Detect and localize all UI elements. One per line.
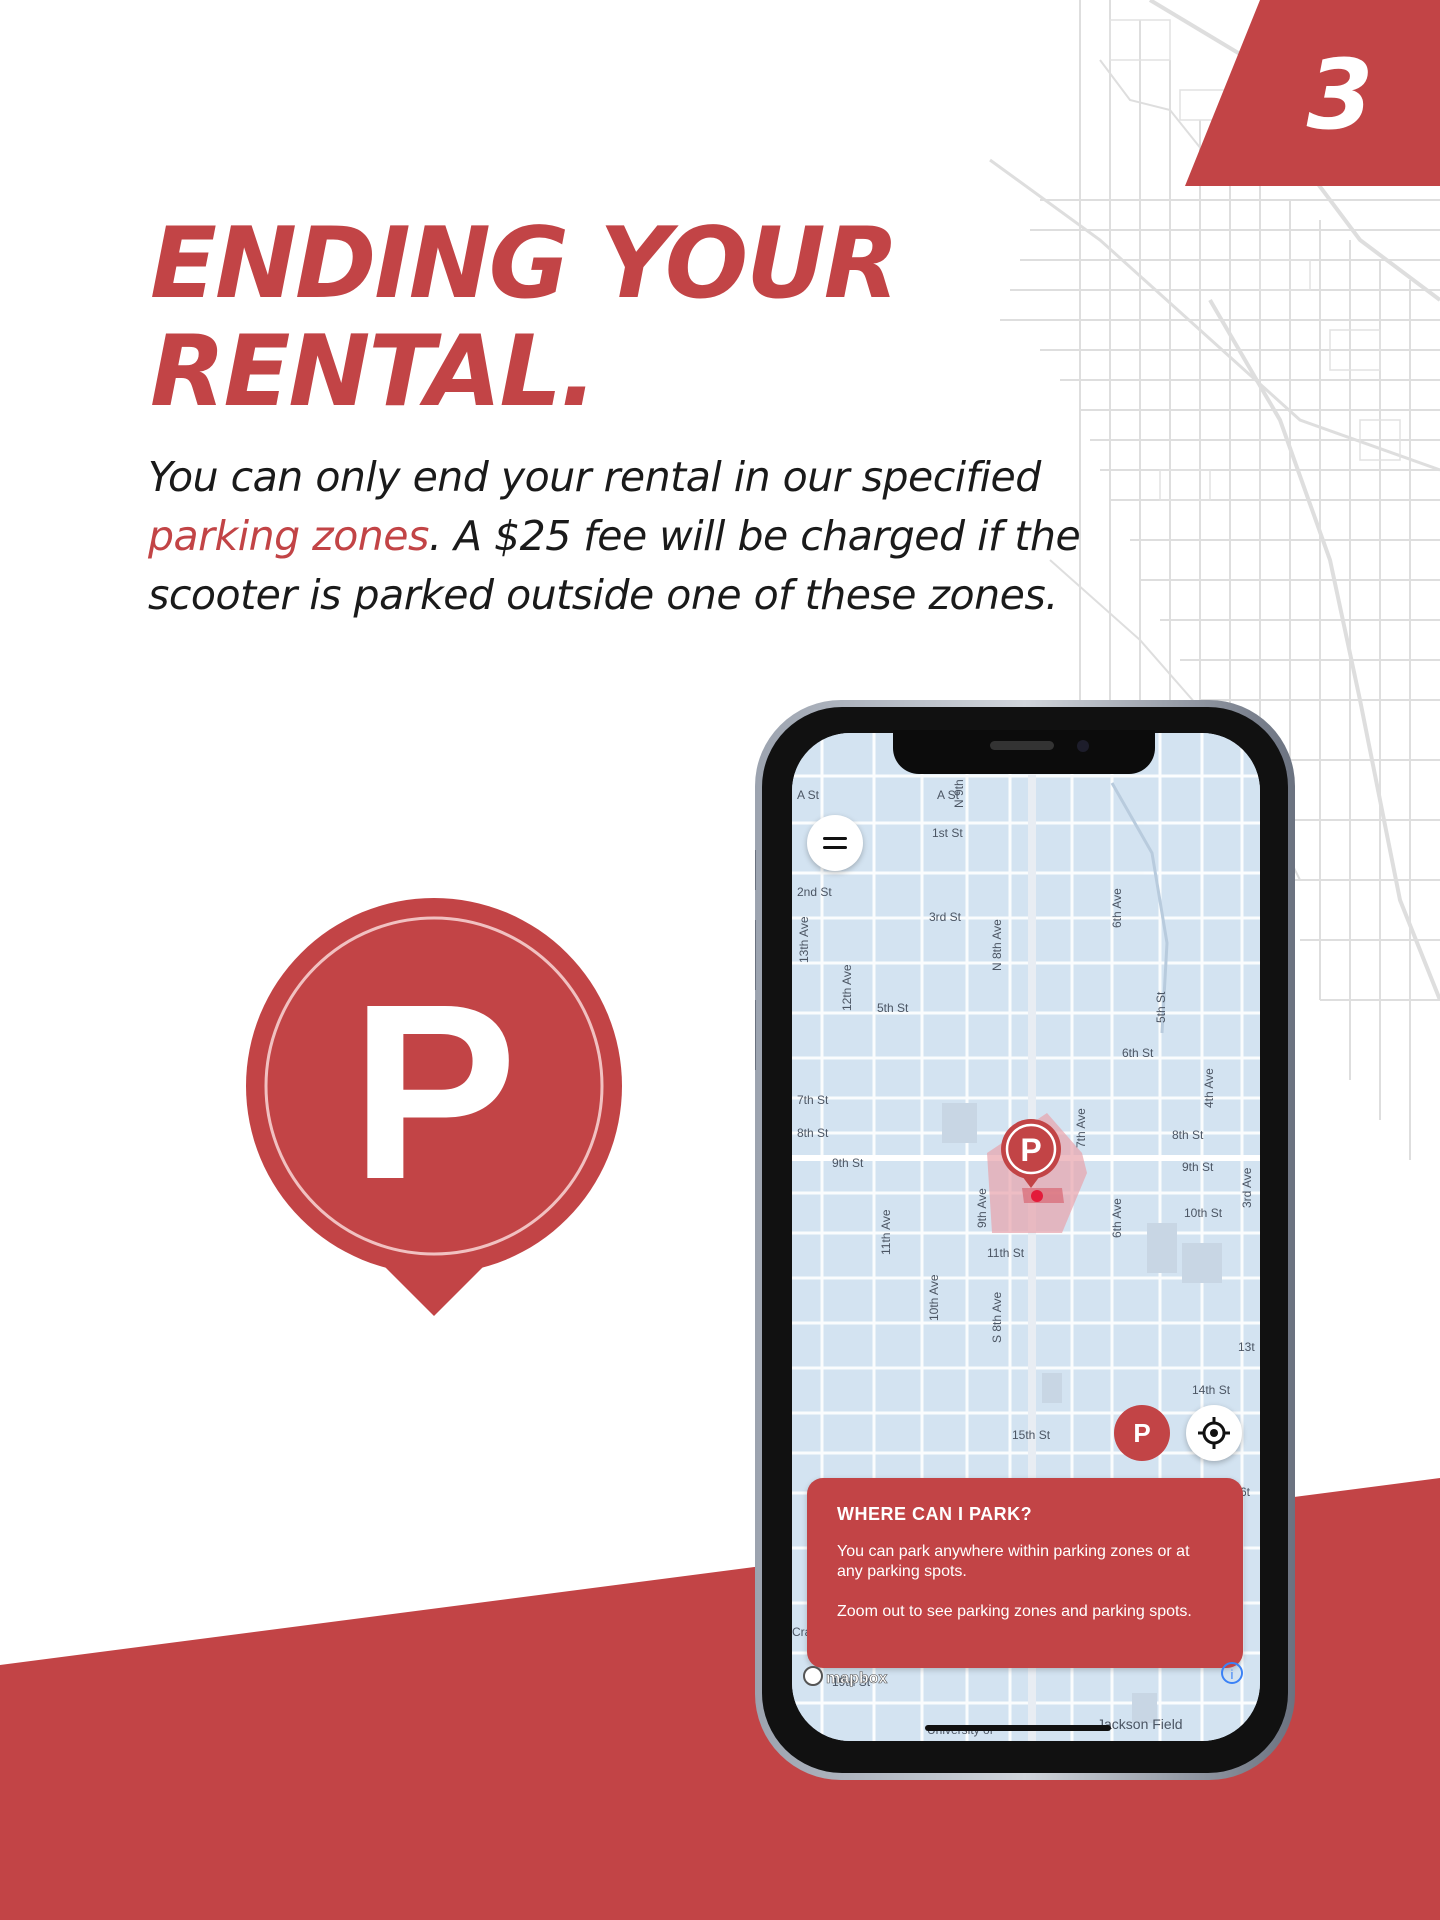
menu-icon [823,837,847,840]
street-label: 9th St [1182,1160,1214,1174]
street-label: 10th Ave [927,1274,941,1322]
body-part-2: . A $25 fee will be charged if the [428,512,1081,560]
street-label: 9th Ave [975,1188,989,1228]
attribution-info-icon[interactable]: i [1221,1662,1243,1684]
home-indicator[interactable] [925,1725,1111,1731]
parking-pin-icon: P [246,898,622,1316]
phone-notch [893,730,1155,774]
locate-me-button[interactable] [1186,1405,1242,1461]
street-label: 8th St [1172,1128,1204,1142]
street-label: 10th St [1184,1206,1223,1220]
street-label: N 8th Ave [990,919,1004,971]
zone-parking-marker[interactable]: P [1000,1118,1062,1190]
street-label: 11th St [987,1246,1025,1260]
street-label: 2nd St [797,885,832,899]
street-label: A St [797,788,820,802]
street-label: 7th Ave [1074,1108,1088,1148]
menu-icon-line [823,846,847,849]
street-label: 9th St [832,1156,864,1170]
street-label: 8th St [797,1126,829,1140]
info-card-paragraph: Zoom out to see parking zones and parkin… [837,1603,1192,1620]
street-label: 3rd Ave [1240,1167,1254,1208]
street-label: 6th Ave [1110,1198,1124,1238]
page-title: ENDING YOUR RENTAL. [150,210,1050,426]
mapbox-logo[interactable]: mapbox [803,1666,888,1688]
street-label: 5th St [1154,991,1168,1023]
title-line-2: RENTAL. [150,315,597,429]
street-label: 1st St [932,826,963,840]
body-part-3: scooter is parked outside one of these z… [148,571,1058,619]
parking-button[interactable]: P [1114,1405,1170,1461]
menu-button[interactable] [807,815,863,871]
street-label: 6th St [1122,1046,1154,1060]
body-part-1: You can only end your rental in our spec… [148,453,1041,501]
street-label: 3rd St [929,910,962,924]
crosshair-icon [1198,1417,1230,1449]
street-label: N 9th [952,779,966,808]
street-label: 13th Ave [797,916,811,964]
phone-camera [1077,740,1089,752]
mapbox-icon [803,1666,823,1686]
street-label: 12th Ave [840,964,854,1012]
body-text: You can only end your rental in our spec… [148,448,1168,625]
street-label: 7th St [797,1093,829,1107]
street-label: S 8th Ave [990,1291,1004,1343]
street-label: 5th St [877,1001,909,1015]
title-line-1: ENDING YOUR [150,207,899,321]
info-card-paragraph: You can park anywhere within parking zon… [837,1543,1190,1580]
parking-zones-highlight: parking zones [148,512,429,560]
street-label: 4th Ave [1202,1068,1216,1108]
street-label: 13t [1238,1340,1255,1354]
mapbox-label: mapbox [826,1670,888,1688]
street-label: 15th St [1012,1428,1051,1442]
street-label: 6th Ave [1110,888,1124,928]
zone-marker-letter: P [1020,1132,1041,1168]
street-label: 11th Ave [879,1209,893,1255]
info-card-title: WHERE CAN I PARK? [837,1504,1033,1524]
parking-info-card: WHERE CAN I PARK? You can park anywhere … [807,1478,1243,1668]
street-label: 14th St [1192,1383,1231,1397]
phone-speaker [990,741,1054,750]
parking-pin-letter: P [351,952,518,1231]
step-number: 3 [1306,39,1374,151]
